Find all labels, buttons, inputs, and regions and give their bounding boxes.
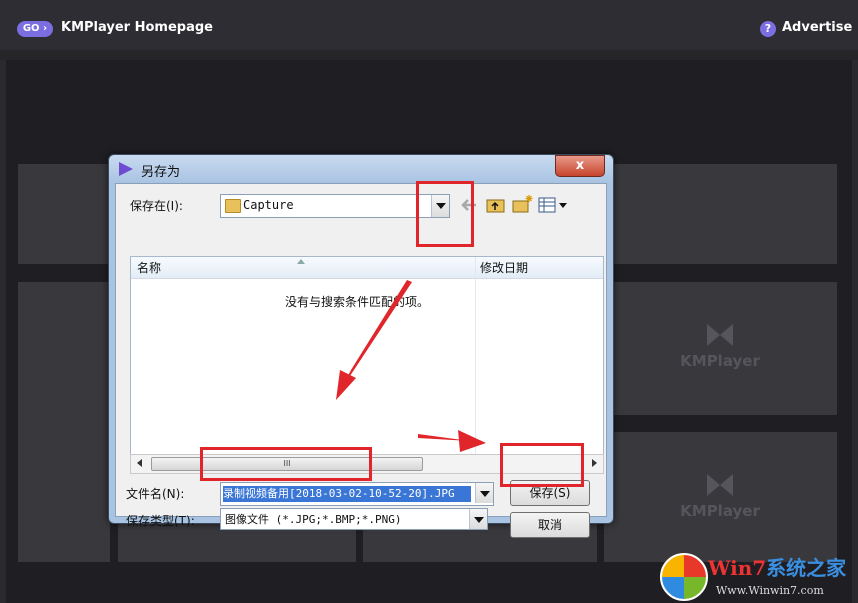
watermark-url: Www.Winwin7.com [716,584,824,597]
windows-logo-icon [660,553,708,601]
annotation-arrows [336,280,486,452]
watermark-brand: Win7系统之家 [708,552,846,581]
annotation-arrowhead-right [458,430,486,452]
annotation-arrowhead-down [336,370,356,400]
watermark-brand-b: 系统之家 [766,556,847,580]
watermark-brand-a: Win7 [708,556,767,580]
